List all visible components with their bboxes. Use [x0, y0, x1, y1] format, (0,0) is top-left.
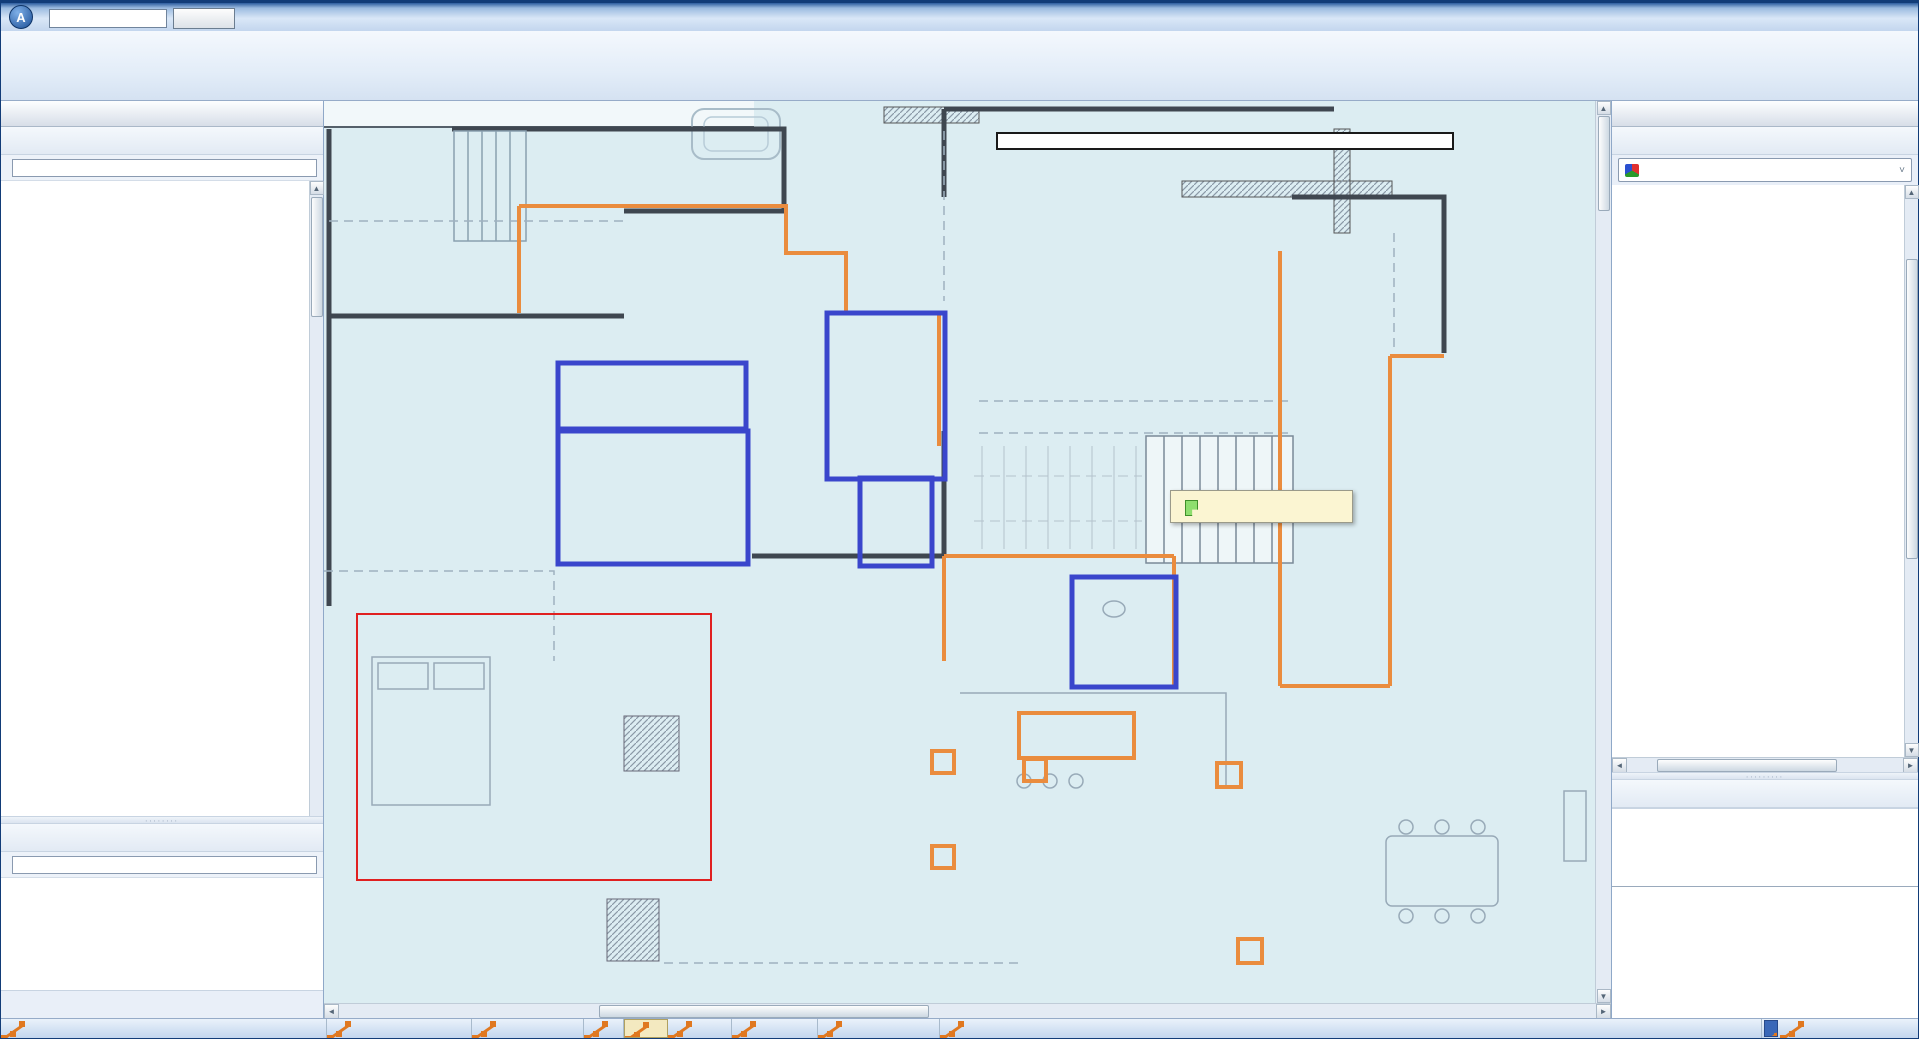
status-bar [1, 1018, 1918, 1038]
views-search-row [1, 852, 323, 878]
scroll-up-icon[interactable]: ▲ [310, 181, 324, 195]
accordion-filler [1, 990, 323, 1018]
ortho-toggle[interactable] [624, 1019, 668, 1038]
scroll-up-icon[interactable]: ▲ [1905, 185, 1919, 199]
chevron-down-icon: ˅ [1899, 165, 1905, 176]
verify-points-toggle[interactable] [732, 1019, 818, 1038]
bedroom2-selection[interactable] [356, 613, 712, 881]
app-window: A ▲ ∙∙∙∙∙∙∙∙ [0, 0, 1919, 1039]
scroll-left-icon[interactable]: ◄ [1612, 758, 1627, 773]
snap-toggle[interactable] [584, 1019, 624, 1038]
canvas-column: ▲ ▼ ◄ ► [324, 101, 1611, 1018]
panel-splitter[interactable]: ∙∙∙∙∙∙∙∙∙ [1612, 772, 1918, 780]
right-tree-scrollbar[interactable]: ▲ ▼ [1904, 185, 1918, 757]
cube-icon [1625, 164, 1639, 177]
takeoff-tooltip [1170, 490, 1353, 523]
app-logo-icon: A [9, 5, 33, 29]
selected-assembly-parts [1612, 808, 1918, 886]
current-page-path [940, 1019, 1762, 1038]
undo-button[interactable] [173, 8, 235, 29]
autoscroll-toggle[interactable] [1764, 1020, 1778, 1037]
cursor-coordinates [327, 1019, 472, 1038]
views-toolbar [1, 824, 323, 852]
views-list [1, 878, 323, 990]
scroll-left-icon[interactable]: ◄ [324, 1004, 339, 1019]
left-tree-scrollbar[interactable]: ▲ [309, 181, 323, 816]
canvas-hscrollbar[interactable]: ◄ ► [324, 1003, 1611, 1018]
scroll-down-icon[interactable]: ▼ [1905, 743, 1919, 757]
pages-search-input[interactable] [12, 159, 317, 177]
scroll-right-icon[interactable]: ► [1596, 1004, 1611, 1019]
search-input[interactable] [49, 9, 167, 28]
panel-splitter[interactable]: ∙∙∙∙∙∙∙∙ [1, 816, 323, 824]
templates-parts-panel: ˅ ▲ ▼ ◄ ► ∙∙∙∙∙∙∙∙∙ [1611, 101, 1918, 1018]
status-blank [472, 1019, 584, 1038]
area-flag-icon [1185, 500, 1198, 516]
ribbon [1, 31, 1918, 101]
views-search-input[interactable] [12, 856, 317, 874]
left-panel-toolbar [1, 127, 323, 155]
title-menu-bar: A [1, 1, 1918, 31]
scroll-right-icon[interactable]: ► [1903, 758, 1918, 773]
parts-tree [1612, 185, 1904, 757]
parts-list-toolbar [1612, 780, 1918, 808]
status-blank [818, 1019, 940, 1038]
status-blank [1, 1019, 327, 1038]
right-panel-header [1612, 101, 1918, 127]
internet-status [1780, 1019, 1918, 1038]
takeoff-legend [996, 132, 1454, 150]
property-grid [1612, 886, 1918, 1018]
right-panel-toolbar [1612, 127, 1918, 155]
scroll-down-icon[interactable]: ▼ [1597, 989, 1611, 1003]
floor-plan-canvas[interactable] [324, 101, 1595, 1003]
freehand-toggle[interactable] [668, 1019, 732, 1038]
left-search-row [1, 155, 323, 181]
scroll-up-icon[interactable]: ▲ [1597, 101, 1611, 115]
pages-bookmarks-panel: ▲ ∙∙∙∙∙∙∙∙ [1, 101, 324, 1018]
parts-assemblies-dropdown[interactable]: ˅ [1618, 158, 1912, 182]
pages-tree [1, 181, 309, 816]
right-tree-hscrollbar[interactable]: ◄ ► [1612, 757, 1918, 772]
canvas-vscrollbar[interactable]: ▲ ▼ [1595, 101, 1611, 1003]
left-panel-header [1, 101, 323, 127]
